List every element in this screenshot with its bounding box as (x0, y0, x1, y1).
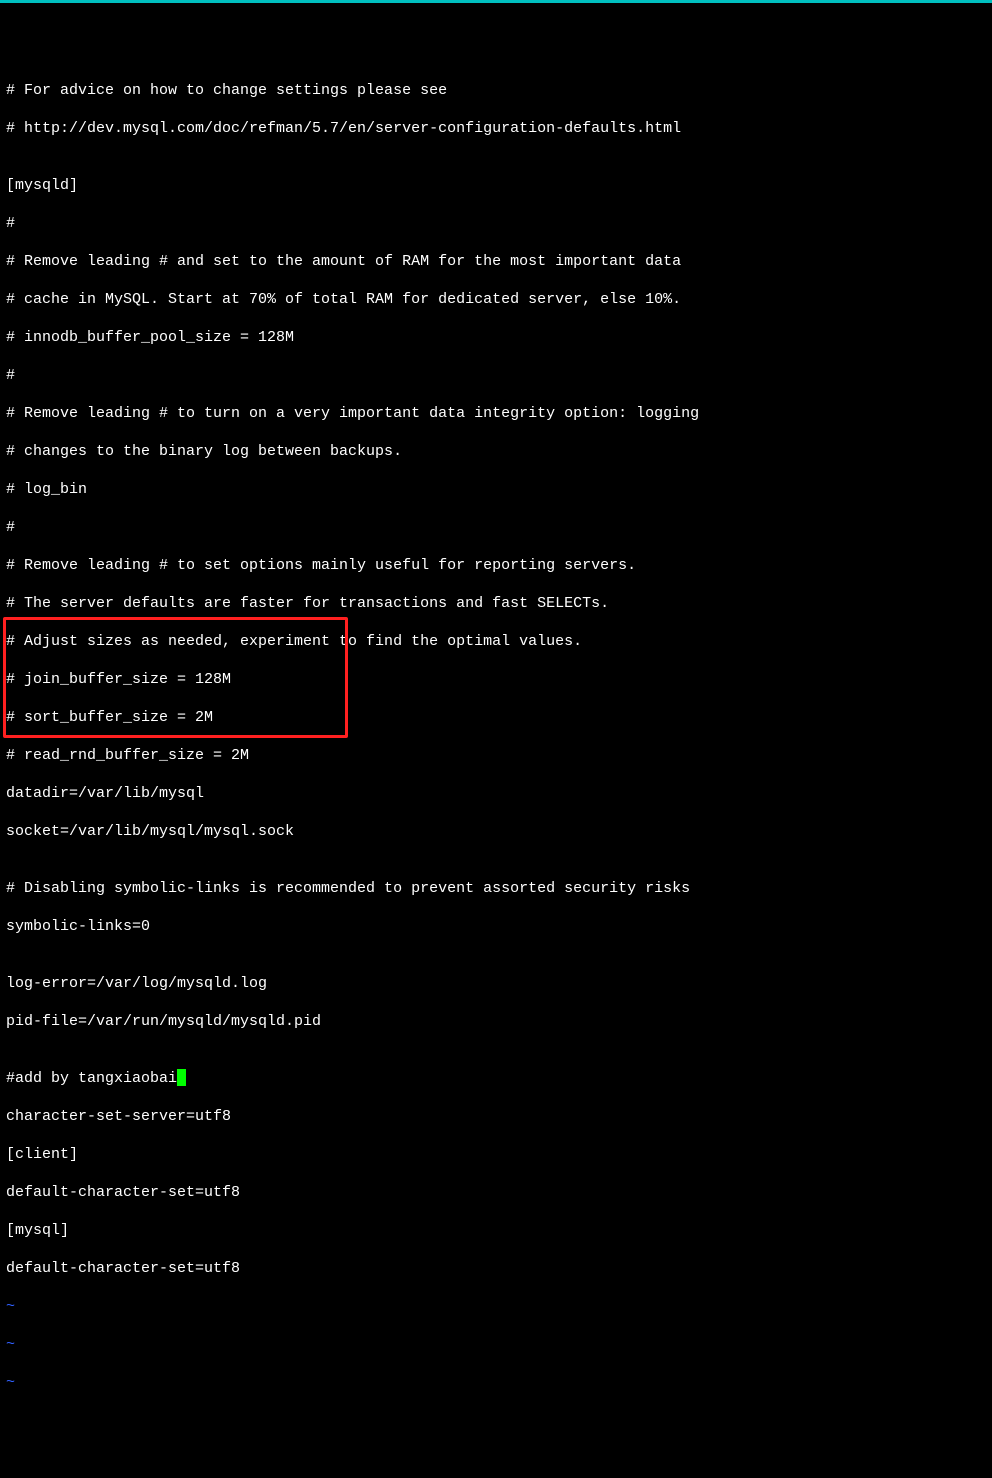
config-line: character-set-server=utf8 (6, 1107, 986, 1126)
config-line: log-error=/var/log/mysqld.log (6, 974, 986, 993)
vim-tilde: ~ (6, 1373, 986, 1392)
config-line: # Remove leading # and set to the amount… (6, 252, 986, 271)
config-line: # The server defaults are faster for tra… (6, 594, 986, 613)
config-line: default-character-set=utf8 (6, 1259, 986, 1278)
config-line: # Adjust sizes as needed, experiment to … (6, 632, 986, 651)
config-line: # read_rnd_buffer_size = 2M (6, 746, 986, 765)
config-line: [mysqld] (6, 176, 986, 195)
terminal-cursor (177, 1069, 186, 1086)
config-line: # log_bin (6, 480, 986, 499)
config-line: pid-file=/var/run/mysqld/mysqld.pid (6, 1012, 986, 1031)
vim-tilde: ~ (6, 1297, 986, 1316)
config-line: default-character-set=utf8 (6, 1183, 986, 1202)
config-line: [mysql] (6, 1221, 986, 1240)
config-line: # sort_buffer_size = 2M (6, 708, 986, 727)
config-line: # (6, 518, 986, 537)
config-line: [client] (6, 1145, 986, 1164)
config-line: # cache in MySQL. Start at 70% of total … (6, 290, 986, 309)
config-line: # Disabling symbolic-links is recommende… (6, 879, 986, 898)
config-line: # For advice on how to change settings p… (6, 81, 986, 100)
config-line: #add by tangxiaobai (6, 1070, 177, 1087)
config-line: # http://dev.mysql.com/doc/refman/5.7/en… (6, 119, 986, 138)
config-line: symbolic-links=0 (6, 917, 986, 936)
config-line: socket=/var/lib/mysql/mysql.sock (6, 822, 986, 841)
config-line: # join_buffer_size = 128M (6, 670, 986, 689)
config-line: # innodb_buffer_pool_size = 128M (6, 328, 986, 347)
vim-tilde: ~ (6, 1335, 986, 1354)
config-line: # changes to the binary log between back… (6, 442, 986, 461)
config-line: # (6, 214, 986, 233)
config-line: # (6, 366, 986, 385)
config-line-cursor-row[interactable]: #add by tangxiaobai (6, 1069, 986, 1088)
config-line: datadir=/var/lib/mysql (6, 784, 986, 803)
config-line: # Remove leading # to set options mainly… (6, 556, 986, 575)
config-line: # Remove leading # to turn on a very imp… (6, 404, 986, 423)
